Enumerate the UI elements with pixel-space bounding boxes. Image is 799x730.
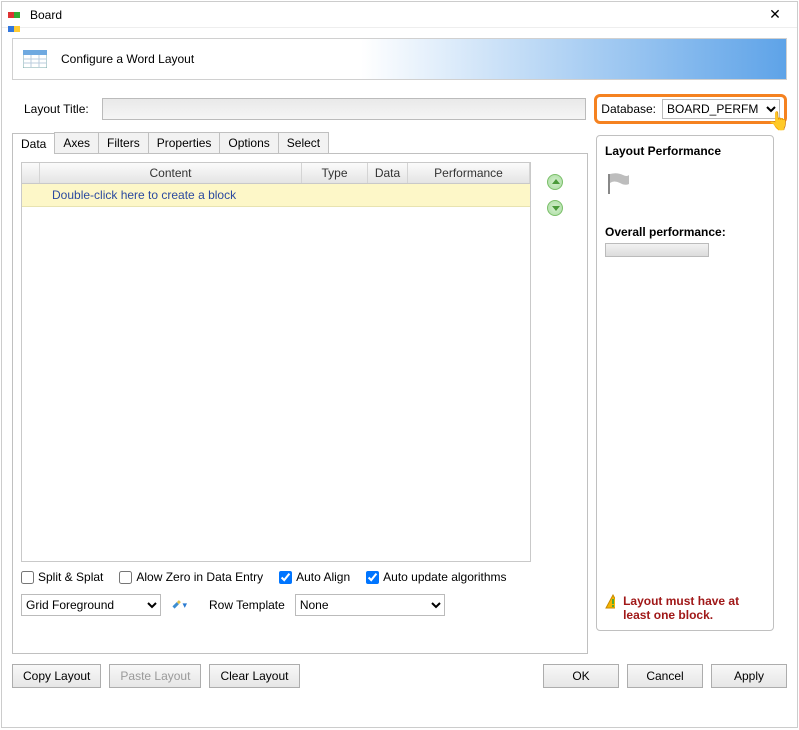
grid-foreground-select[interactable]: Grid Foreground bbox=[21, 594, 161, 616]
grid-header: Content Type Data Performance bbox=[22, 163, 530, 184]
overall-performance-label: Overall performance: bbox=[605, 225, 765, 239]
tab-filters[interactable]: Filters bbox=[98, 132, 149, 153]
col-performance: Performance bbox=[408, 163, 530, 183]
performance-bar bbox=[605, 243, 709, 257]
database-label: Database: bbox=[601, 102, 656, 116]
split-splat-checkbox[interactable]: Split & Splat bbox=[21, 570, 103, 584]
paste-layout-button[interactable]: Paste Layout bbox=[109, 664, 201, 688]
close-icon[interactable]: ✕ bbox=[759, 6, 791, 23]
database-highlight: Database: BOARD_PERFM 👆 bbox=[594, 94, 787, 124]
tab-panel: Content Type Data Performance Double-cli… bbox=[12, 154, 588, 654]
move-down-button[interactable] bbox=[547, 200, 563, 216]
allow-zero-checkbox[interactable]: Alow Zero in Data Entry bbox=[119, 570, 263, 584]
tab-properties[interactable]: Properties bbox=[148, 132, 221, 153]
layout-title-input[interactable] bbox=[102, 98, 586, 120]
move-up-button[interactable] bbox=[547, 174, 563, 190]
header-banner: Configure a Word Layout bbox=[12, 38, 787, 80]
warning-icon bbox=[605, 594, 615, 610]
header-subtitle: Configure a Word Layout bbox=[61, 52, 194, 66]
ok-button[interactable]: OK bbox=[543, 664, 619, 688]
database-select[interactable]: BOARD_PERFM bbox=[662, 99, 780, 119]
layout-title-label: Layout Title: bbox=[24, 102, 94, 116]
performance-panel: Layout Performance Overall performance: … bbox=[596, 135, 774, 631]
footer: Copy Layout Paste Layout Clear Layout OK… bbox=[12, 664, 787, 688]
copy-layout-button[interactable]: Copy Layout bbox=[12, 664, 101, 688]
row-template-select[interactable]: None bbox=[295, 594, 445, 616]
tab-data[interactable]: Data bbox=[12, 133, 55, 154]
tab-select[interactable]: Select bbox=[278, 132, 329, 153]
row-template-label: Row Template bbox=[209, 598, 285, 612]
block-grid: Content Type Data Performance Double-cli… bbox=[21, 162, 531, 562]
app-icon bbox=[8, 7, 24, 23]
titlebar: Board ✕ bbox=[2, 2, 797, 28]
create-block-row[interactable]: Double-click here to create a block bbox=[22, 184, 530, 207]
format-brush-icon[interactable]: ▾ bbox=[171, 597, 187, 613]
apply-button[interactable]: Apply bbox=[711, 664, 787, 688]
col-data: Data bbox=[368, 163, 408, 183]
warning-message: Layout must have at least one block. bbox=[605, 594, 755, 622]
layout-icon bbox=[23, 50, 47, 68]
flag-icon bbox=[605, 172, 631, 194]
clear-layout-button[interactable]: Clear Layout bbox=[209, 664, 299, 688]
window-title: Board bbox=[30, 8, 759, 22]
cancel-button[interactable]: Cancel bbox=[627, 664, 703, 688]
auto-update-checkbox[interactable]: Auto update algorithms bbox=[366, 570, 506, 584]
col-type: Type bbox=[302, 163, 368, 183]
tab-options[interactable]: Options bbox=[219, 132, 278, 153]
auto-align-checkbox[interactable]: Auto Align bbox=[279, 570, 350, 584]
performance-title: Layout Performance bbox=[605, 144, 765, 158]
tab-axes[interactable]: Axes bbox=[54, 132, 99, 153]
col-content: Content bbox=[40, 163, 302, 183]
tab-strip: Data Axes Filters Properties Options Sel… bbox=[12, 132, 588, 154]
board-dialog: Board ✕ Configure a Word Layout Layout T… bbox=[1, 1, 798, 728]
